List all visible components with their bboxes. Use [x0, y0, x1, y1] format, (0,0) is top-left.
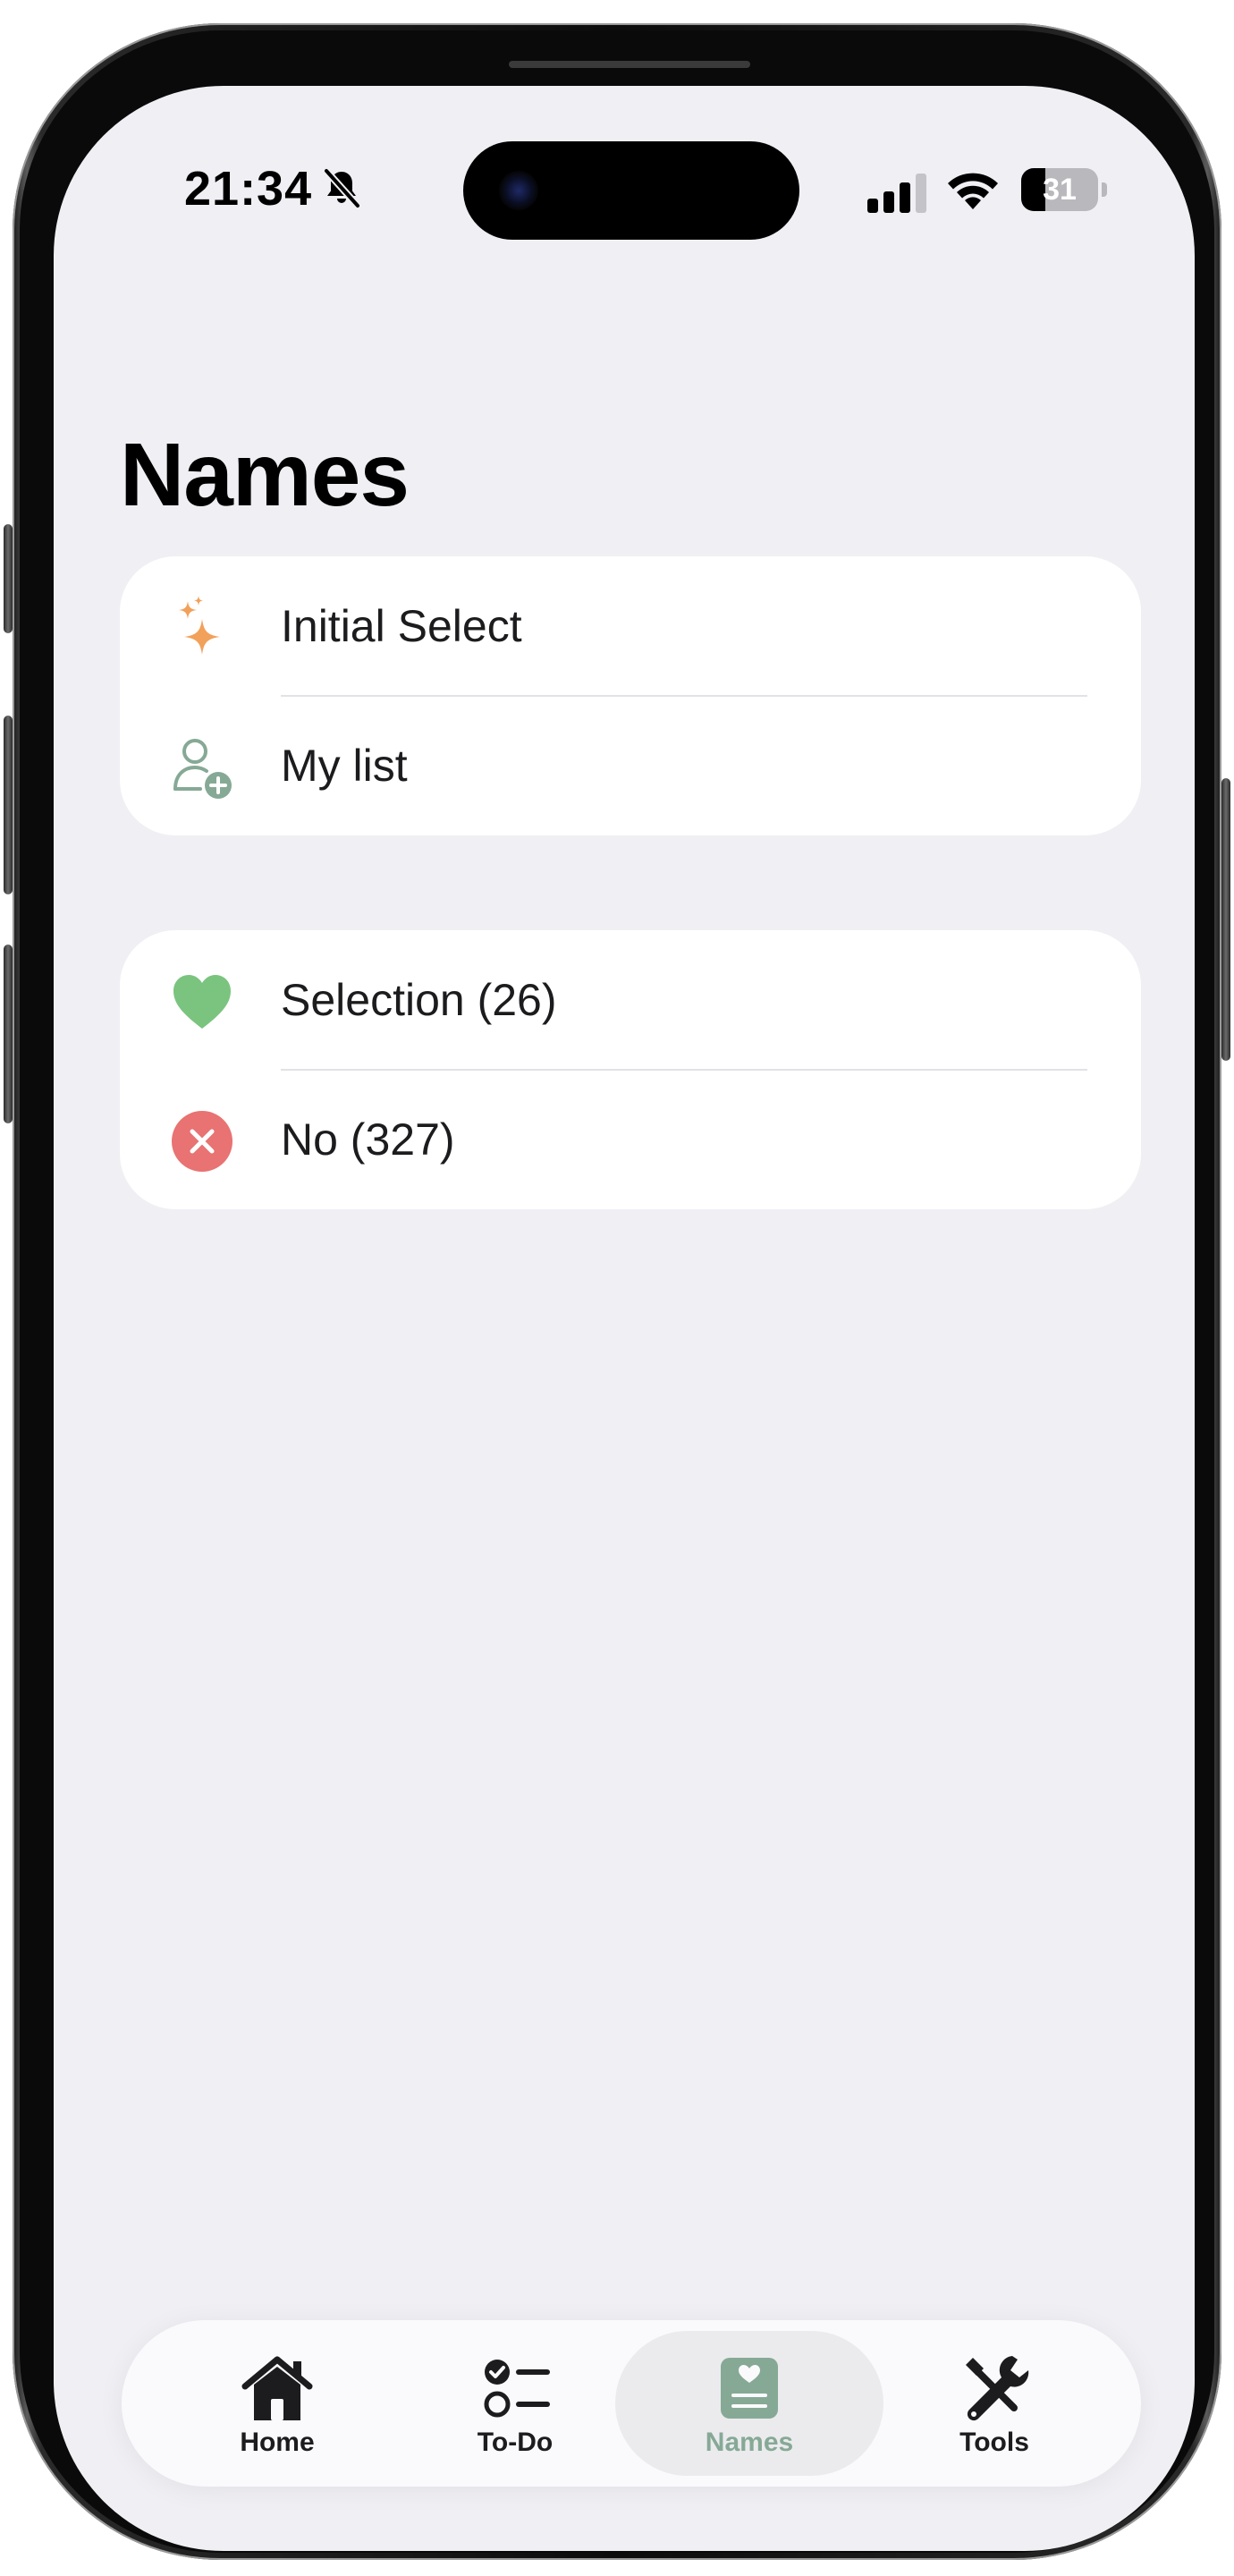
person-add-icon — [173, 739, 232, 799]
wifi-icon — [948, 173, 998, 209]
list-item-my-list[interactable]: My list — [120, 696, 1141, 835]
list-group-results: Selection (26) No (327) — [120, 930, 1141, 1209]
volume-down-button — [4, 945, 13, 1123]
tab-tools[interactable]: Tools — [860, 2331, 1128, 2476]
list-group-primary: Initial Select My list — [120, 556, 1141, 835]
tab-names[interactable]: Names — [615, 2331, 883, 2476]
list-item-selection[interactable]: Selection (26) — [120, 930, 1141, 1071]
front-camera — [499, 171, 538, 210]
dynamic-island — [463, 141, 799, 240]
names-icon — [721, 2358, 778, 2419]
close-circle-icon — [172, 1111, 232, 1172]
tab-label: To-Do — [477, 2428, 554, 2457]
volume-up-button — [4, 716, 13, 894]
cellular-signal-icon — [867, 174, 926, 213]
sparkles-icon — [179, 596, 220, 655]
list-item-label: Selection (26) — [281, 975, 557, 1025]
list-item-no[interactable]: No (327) — [120, 1070, 1141, 1209]
list-item-initial-select[interactable]: Initial Select — [120, 556, 1141, 697]
battery-level: 31 — [1043, 173, 1077, 207]
heart-icon — [173, 975, 231, 1029]
home-icon — [241, 2356, 313, 2420]
screen: 21:34 31 Names Initial Select My list Se… — [54, 86, 1195, 2551]
phone-frame: 21:34 31 Names Initial Select My list Se… — [13, 23, 1221, 2560]
action-button — [4, 524, 13, 633]
list-item-label: No (327) — [281, 1114, 455, 1165]
tab-home[interactable]: Home — [143, 2331, 411, 2476]
earpiece — [509, 61, 750, 68]
checklist-icon — [484, 2360, 550, 2418]
tab-label: Names — [705, 2428, 794, 2457]
list-item-label: Initial Select — [281, 601, 522, 651]
status-time: 21:34 — [184, 162, 313, 216]
tab-bar: Home To-Do Names Tools — [122, 2320, 1141, 2487]
list-item-label: My list — [281, 741, 408, 791]
tab-label: Home — [240, 2428, 315, 2457]
page-title: Names — [120, 425, 410, 525]
tab-label: Tools — [959, 2428, 1029, 2457]
tools-icon — [966, 2356, 1029, 2421]
bell-slash-icon — [324, 168, 360, 208]
tab-todo[interactable]: To-Do — [381, 2331, 649, 2476]
battery-indicator: 31 — [1021, 168, 1107, 211]
side-button — [1221, 778, 1230, 1061]
